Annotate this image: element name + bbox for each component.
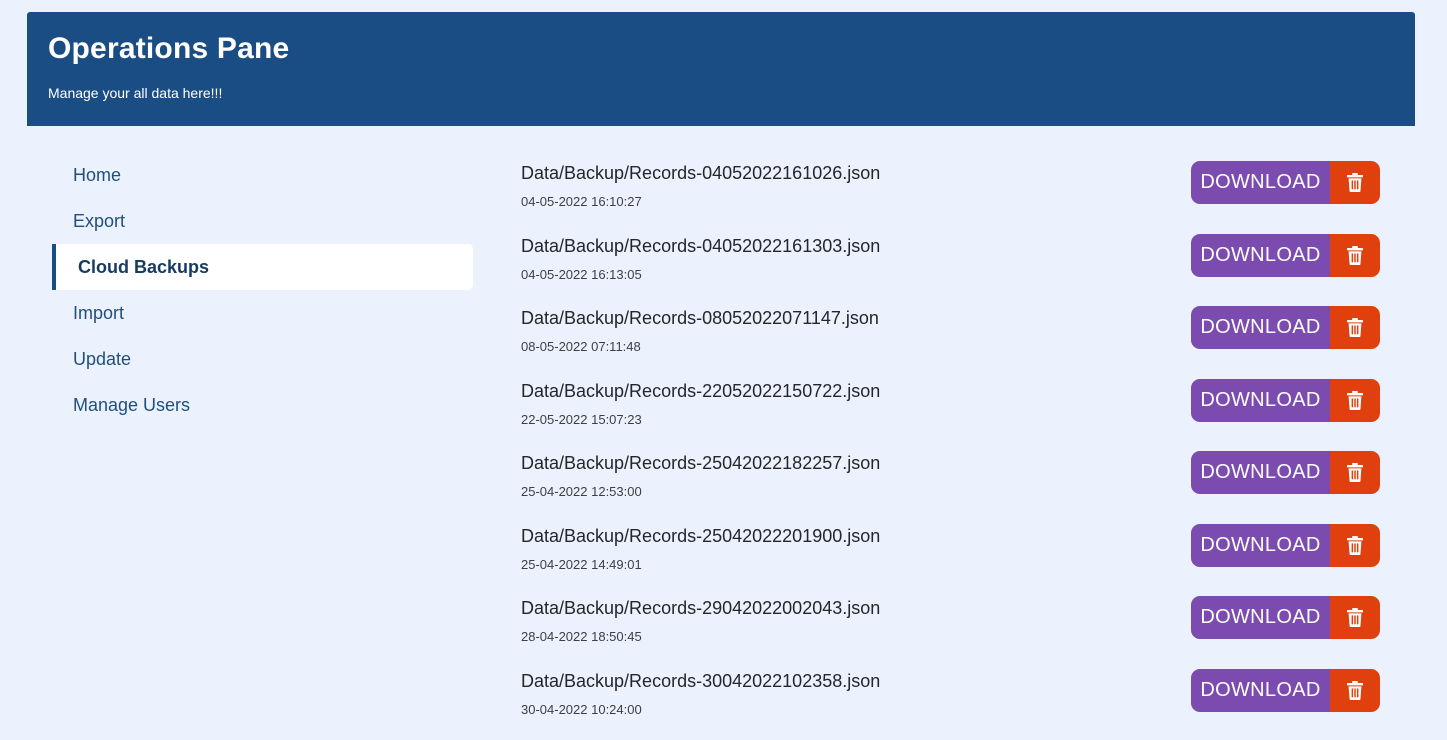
file-date: 04-05-2022 16:13:05 — [521, 267, 642, 282]
download-button[interactable]: DOWNLOAD — [1191, 669, 1330, 712]
list-item: Data/Backup/Records-08052022071147.json … — [521, 305, 1381, 378]
file-name: Data/Backup/Records-04052022161303.json — [521, 236, 880, 257]
page-title: Operations Pane — [48, 32, 289, 66]
trash-icon — [1347, 173, 1363, 192]
trash-icon — [1347, 536, 1363, 555]
file-actions: DOWNLOAD — [1191, 234, 1380, 277]
file-name: Data/Backup/Records-29042022002043.json — [521, 598, 880, 619]
download-button[interactable]: DOWNLOAD — [1191, 379, 1330, 422]
download-button[interactable]: DOWNLOAD — [1191, 161, 1330, 204]
download-button[interactable]: DOWNLOAD — [1191, 451, 1330, 494]
backup-file-list: Data/Backup/Records-04052022161026.json … — [521, 160, 1381, 740]
sidebar-nav: Home Export Cloud Backups Import Update … — [52, 152, 473, 428]
sidebar-item-export[interactable]: Export — [52, 198, 473, 244]
trash-icon — [1347, 681, 1363, 700]
file-date: 25-04-2022 12:53:00 — [521, 484, 642, 499]
delete-button[interactable] — [1330, 234, 1380, 277]
sidebar-item-cloud-backups[interactable]: Cloud Backups — [52, 244, 473, 290]
file-actions: DOWNLOAD — [1191, 451, 1380, 494]
file-name: Data/Backup/Records-25042022182257.json — [521, 453, 880, 474]
trash-icon — [1347, 246, 1363, 265]
trash-icon — [1347, 391, 1363, 410]
trash-icon — [1347, 608, 1363, 627]
delete-button[interactable] — [1330, 451, 1380, 494]
file-name: Data/Backup/Records-25042022201900.json — [521, 526, 880, 547]
trash-icon — [1347, 318, 1363, 337]
file-actions: DOWNLOAD — [1191, 669, 1380, 712]
list-item: Data/Backup/Records-25042022182257.json … — [521, 450, 1381, 523]
file-date: 28-04-2022 18:50:45 — [521, 629, 642, 644]
delete-button[interactable] — [1330, 306, 1380, 349]
list-item: Data/Backup/Records-04052022161303.json … — [521, 233, 1381, 306]
list-item: Data/Backup/Records-04052022161026.json … — [521, 160, 1381, 233]
list-item: Data/Backup/Records-30042022102358.json … — [521, 668, 1381, 740]
delete-button[interactable] — [1330, 161, 1380, 204]
trash-icon — [1347, 463, 1363, 482]
file-date: 22-05-2022 15:07:23 — [521, 412, 642, 427]
page-header: Operations Pane Manage your all data her… — [27, 12, 1415, 126]
list-item: Data/Backup/Records-29042022002043.json … — [521, 595, 1381, 668]
file-date: 08-05-2022 07:11:48 — [521, 339, 641, 354]
list-item: Data/Backup/Records-25042022201900.json … — [521, 523, 1381, 596]
file-actions: DOWNLOAD — [1191, 161, 1380, 204]
sidebar-item-import[interactable]: Import — [52, 290, 473, 336]
file-date: 30-04-2022 10:24:00 — [521, 702, 642, 717]
file-actions: DOWNLOAD — [1191, 596, 1380, 639]
delete-button[interactable] — [1330, 669, 1380, 712]
file-actions: DOWNLOAD — [1191, 524, 1380, 567]
file-name: Data/Backup/Records-08052022071147.json — [521, 308, 879, 329]
sidebar-item-update[interactable]: Update — [52, 336, 473, 382]
download-button[interactable]: DOWNLOAD — [1191, 234, 1330, 277]
page-subtitle: Manage your all data here!!! — [48, 85, 222, 101]
file-name: Data/Backup/Records-30042022102358.json — [521, 671, 880, 692]
delete-button[interactable] — [1330, 379, 1380, 422]
file-name: Data/Backup/Records-22052022150722.json — [521, 381, 880, 402]
list-item: Data/Backup/Records-22052022150722.json … — [521, 378, 1381, 451]
download-button[interactable]: DOWNLOAD — [1191, 524, 1330, 567]
file-name: Data/Backup/Records-04052022161026.json — [521, 163, 880, 184]
sidebar-item-manage-users[interactable]: Manage Users — [52, 382, 473, 428]
file-date: 25-04-2022 14:49:01 — [521, 557, 642, 572]
delete-button[interactable] — [1330, 524, 1380, 567]
file-date: 04-05-2022 16:10:27 — [521, 194, 642, 209]
file-actions: DOWNLOAD — [1191, 306, 1380, 349]
download-button[interactable]: DOWNLOAD — [1191, 306, 1330, 349]
file-actions: DOWNLOAD — [1191, 379, 1380, 422]
download-button[interactable]: DOWNLOAD — [1191, 596, 1330, 639]
sidebar-item-home[interactable]: Home — [52, 152, 473, 198]
delete-button[interactable] — [1330, 596, 1380, 639]
